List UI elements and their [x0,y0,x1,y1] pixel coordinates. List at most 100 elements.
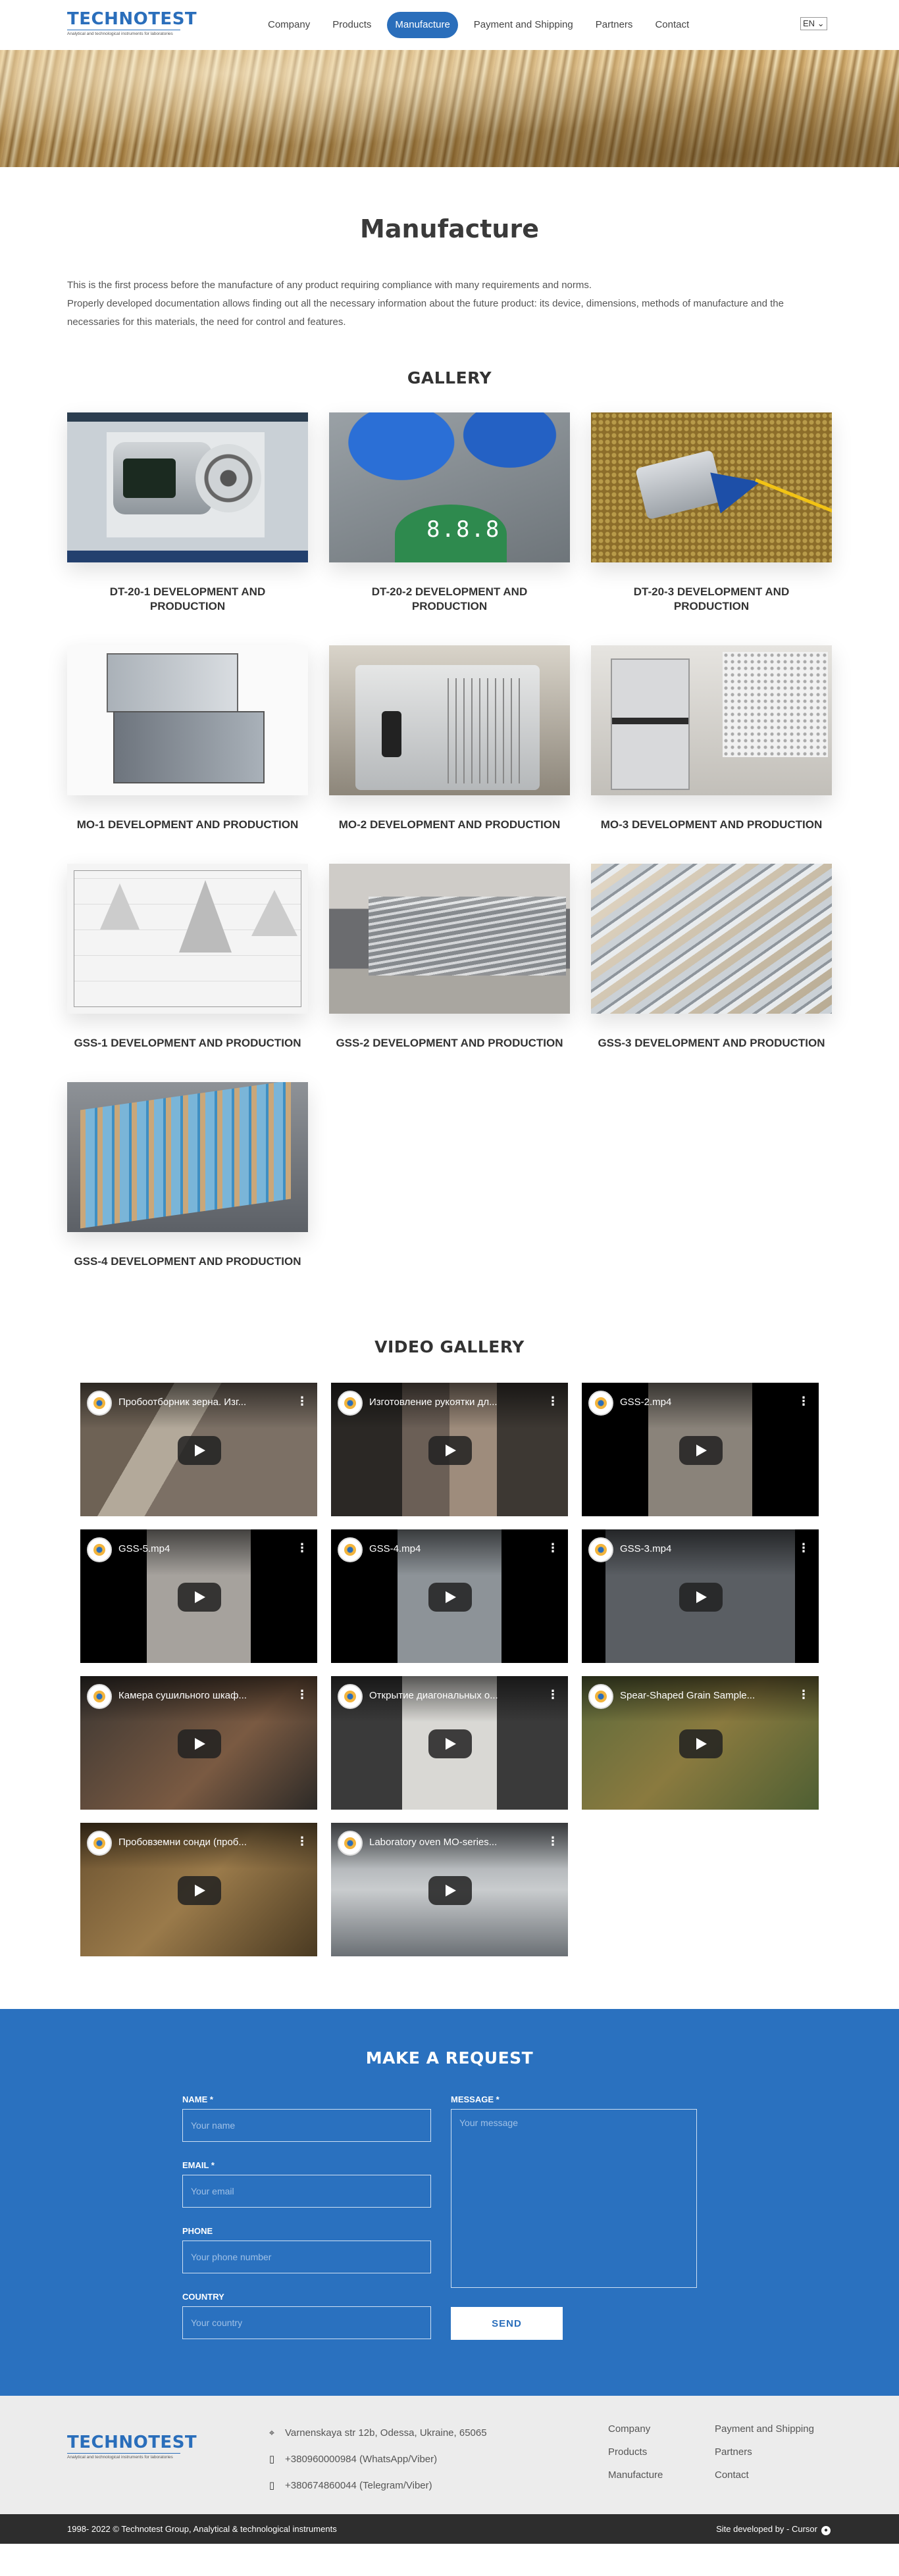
message-field[interactable] [451,2109,697,2288]
gallery-image[interactable] [67,645,308,795]
nav-products[interactable]: Products [326,12,378,38]
video-title[interactable]: Spear-Shaped Grain Sample... [620,1690,784,1701]
nav-partners[interactable]: Partners [589,12,640,38]
footer-phone-1[interactable]: ▯ +380960000984 (WhatsApp/Viber) [267,2446,487,2472]
gallery-item-dt-20-1[interactable]: DT-20-1 DEVELOPMENT AND PRODUCTION [67,412,308,614]
more-options-icon[interactable]: ⋮ [798,1688,809,1702]
video-title[interactable]: Изготовление рукоятки дл... [369,1397,534,1408]
gallery-image[interactable] [67,864,308,1014]
more-options-icon[interactable]: ⋮ [296,1688,308,1702]
phone-1-text[interactable]: +380960000984 (WhatsApp/Viber) [285,2454,437,2465]
footer-link-products[interactable]: Products [608,2445,715,2460]
video-player[interactable]: GSS-5.mp4 ⋮ [80,1529,317,1663]
more-options-icon[interactable]: ⋮ [547,1688,559,1702]
gallery-image[interactable] [591,864,832,1014]
nav-manufacture[interactable]: Manufacture [387,12,458,38]
video-title[interactable]: GSS-2.mp4 [620,1397,784,1408]
developer-credit[interactable]: Site developed by - Cursor ● [716,2524,831,2535]
channel-avatar-icon[interactable] [338,1391,363,1416]
phone-2-text[interactable]: +380674860044 (Telegram/Viber) [285,2480,432,2491]
video-title[interactable]: GSS-5.mp4 [118,1543,283,1554]
gallery-image[interactable] [329,412,570,562]
gallery-image[interactable] [329,864,570,1014]
channel-avatar-icon[interactable] [338,1831,363,1856]
channel-avatar-icon[interactable] [338,1684,363,1709]
gallery-image[interactable] [67,412,308,562]
video-player[interactable]: GSS-2.mp4 ⋮ [582,1383,819,1516]
video-player[interactable]: Камера сушильного шкаф... ⋮ [80,1676,317,1810]
video-title[interactable]: Laboratory oven MO-series... [369,1837,534,1848]
channel-avatar-icon[interactable] [87,1391,112,1416]
more-options-icon[interactable]: ⋮ [547,1541,559,1555]
play-button-icon[interactable] [428,1876,472,1905]
gallery-item-mo-1[interactable]: MO-1 DEVELOPMENT AND PRODUCTION [67,645,308,832]
more-options-icon[interactable]: ⋮ [547,1395,559,1408]
channel-avatar-icon[interactable] [87,1537,112,1562]
play-button-icon[interactable] [178,1583,221,1612]
play-button-icon[interactable] [428,1436,472,1465]
more-options-icon[interactable]: ⋮ [798,1395,809,1408]
play-button-icon[interactable] [178,1729,221,1758]
gallery-item-gss-4[interactable]: GSS-4 DEVELOPMENT AND PRODUCTION [67,1082,308,1269]
channel-avatar-icon[interactable] [588,1537,613,1562]
play-button-icon[interactable] [178,1876,221,1905]
play-button-icon[interactable] [679,1436,723,1465]
video-player[interactable]: Пробовземни сонди (проб... ⋮ [80,1823,317,1956]
email-field[interactable] [182,2175,431,2208]
video-player[interactable]: Открытие диагональных о... ⋮ [331,1676,568,1810]
footer-link-company[interactable]: Company [608,2422,715,2437]
nav-company[interactable]: Company [261,12,317,38]
name-field[interactable] [182,2109,431,2142]
video-player[interactable]: Изготовление рукоятки дл... ⋮ [331,1383,568,1516]
more-options-icon[interactable]: ⋮ [296,1835,308,1848]
gallery-image[interactable] [329,645,570,795]
developer-text[interactable]: Site developed by - Cursor [716,2524,817,2534]
channel-avatar-icon[interactable] [87,1831,112,1856]
video-player[interactable]: Laboratory oven MO-series... ⋮ [331,1823,568,1956]
more-options-icon[interactable]: ⋮ [296,1541,308,1555]
more-options-icon[interactable]: ⋮ [798,1541,809,1555]
channel-avatar-icon[interactable] [588,1684,613,1709]
gallery-image[interactable] [591,645,832,795]
more-options-icon[interactable]: ⋮ [296,1395,308,1408]
more-options-icon[interactable]: ⋮ [547,1835,559,1848]
footer-link-manufacture[interactable]: Manufacture [608,2468,715,2483]
gallery-item-gss-3[interactable]: GSS-3 DEVELOPMENT AND PRODUCTION [591,864,832,1051]
nav-contact[interactable]: Contact [648,12,696,38]
gallery-image[interactable] [67,1082,308,1232]
video-title[interactable]: Пробовземни сонди (проб... [118,1837,283,1848]
play-button-icon[interactable] [679,1729,723,1758]
footer-link-partners[interactable]: Partners [715,2445,846,2460]
send-button[interactable]: SEND [451,2307,563,2340]
language-select[interactable]: EN ⌄ [800,17,827,30]
gallery-item-gss-1[interactable]: GSS-1 DEVELOPMENT AND PRODUCTION [67,864,308,1051]
footer-link-contact[interactable]: Contact [715,2468,846,2483]
video-title[interactable]: Камера сушильного шкаф... [118,1690,283,1701]
video-player[interactable]: Spear-Shaped Grain Sample... ⋮ [582,1676,819,1810]
phone-field[interactable] [182,2241,431,2273]
nav-payment-shipping[interactable]: Payment and Shipping [467,12,580,38]
country-field[interactable] [182,2306,431,2339]
site-logo[interactable]: TECHNOTEST Analytical and technological … [67,11,197,36]
gallery-item-dt-20-3[interactable]: DT-20-3 DEVELOPMENT AND PRODUCTION [591,412,832,614]
video-player[interactable]: GSS-3.mp4 ⋮ [582,1529,819,1663]
play-button-icon[interactable] [178,1436,221,1465]
gallery-item-gss-2[interactable]: GSS-2 DEVELOPMENT AND PRODUCTION [329,864,570,1051]
video-title[interactable]: Пробоотборник зерна. Изг... [118,1397,283,1408]
video-title[interactable]: Открытие диагональных о... [369,1690,534,1701]
video-player[interactable]: Пробоотборник зерна. Изг... ⋮ [80,1383,317,1516]
channel-avatar-icon[interactable] [338,1537,363,1562]
gallery-item-mo-3[interactable]: MO-3 DEVELOPMENT AND PRODUCTION [591,645,832,832]
channel-avatar-icon[interactable] [588,1391,613,1416]
gallery-image[interactable] [591,412,832,562]
footer-link-payment-shipping[interactable]: Payment and Shipping [715,2422,846,2437]
play-button-icon[interactable] [428,1583,472,1612]
footer-phone-2[interactable]: ▯ +380674860044 (Telegram/Viber) [267,2472,487,2498]
channel-avatar-icon[interactable] [87,1684,112,1709]
video-title[interactable]: GSS-3.mp4 [620,1543,784,1554]
play-button-icon[interactable] [428,1729,472,1758]
video-title[interactable]: GSS-4.mp4 [369,1543,534,1554]
gallery-item-dt-20-2[interactable]: DT-20-2 DEVELOPMENT AND PRODUCTION [329,412,570,614]
footer-logo[interactable]: TECHNOTEST Analytical and technological … [67,2434,197,2460]
gallery-item-mo-2[interactable]: MO-2 DEVELOPMENT AND PRODUCTION [329,645,570,832]
